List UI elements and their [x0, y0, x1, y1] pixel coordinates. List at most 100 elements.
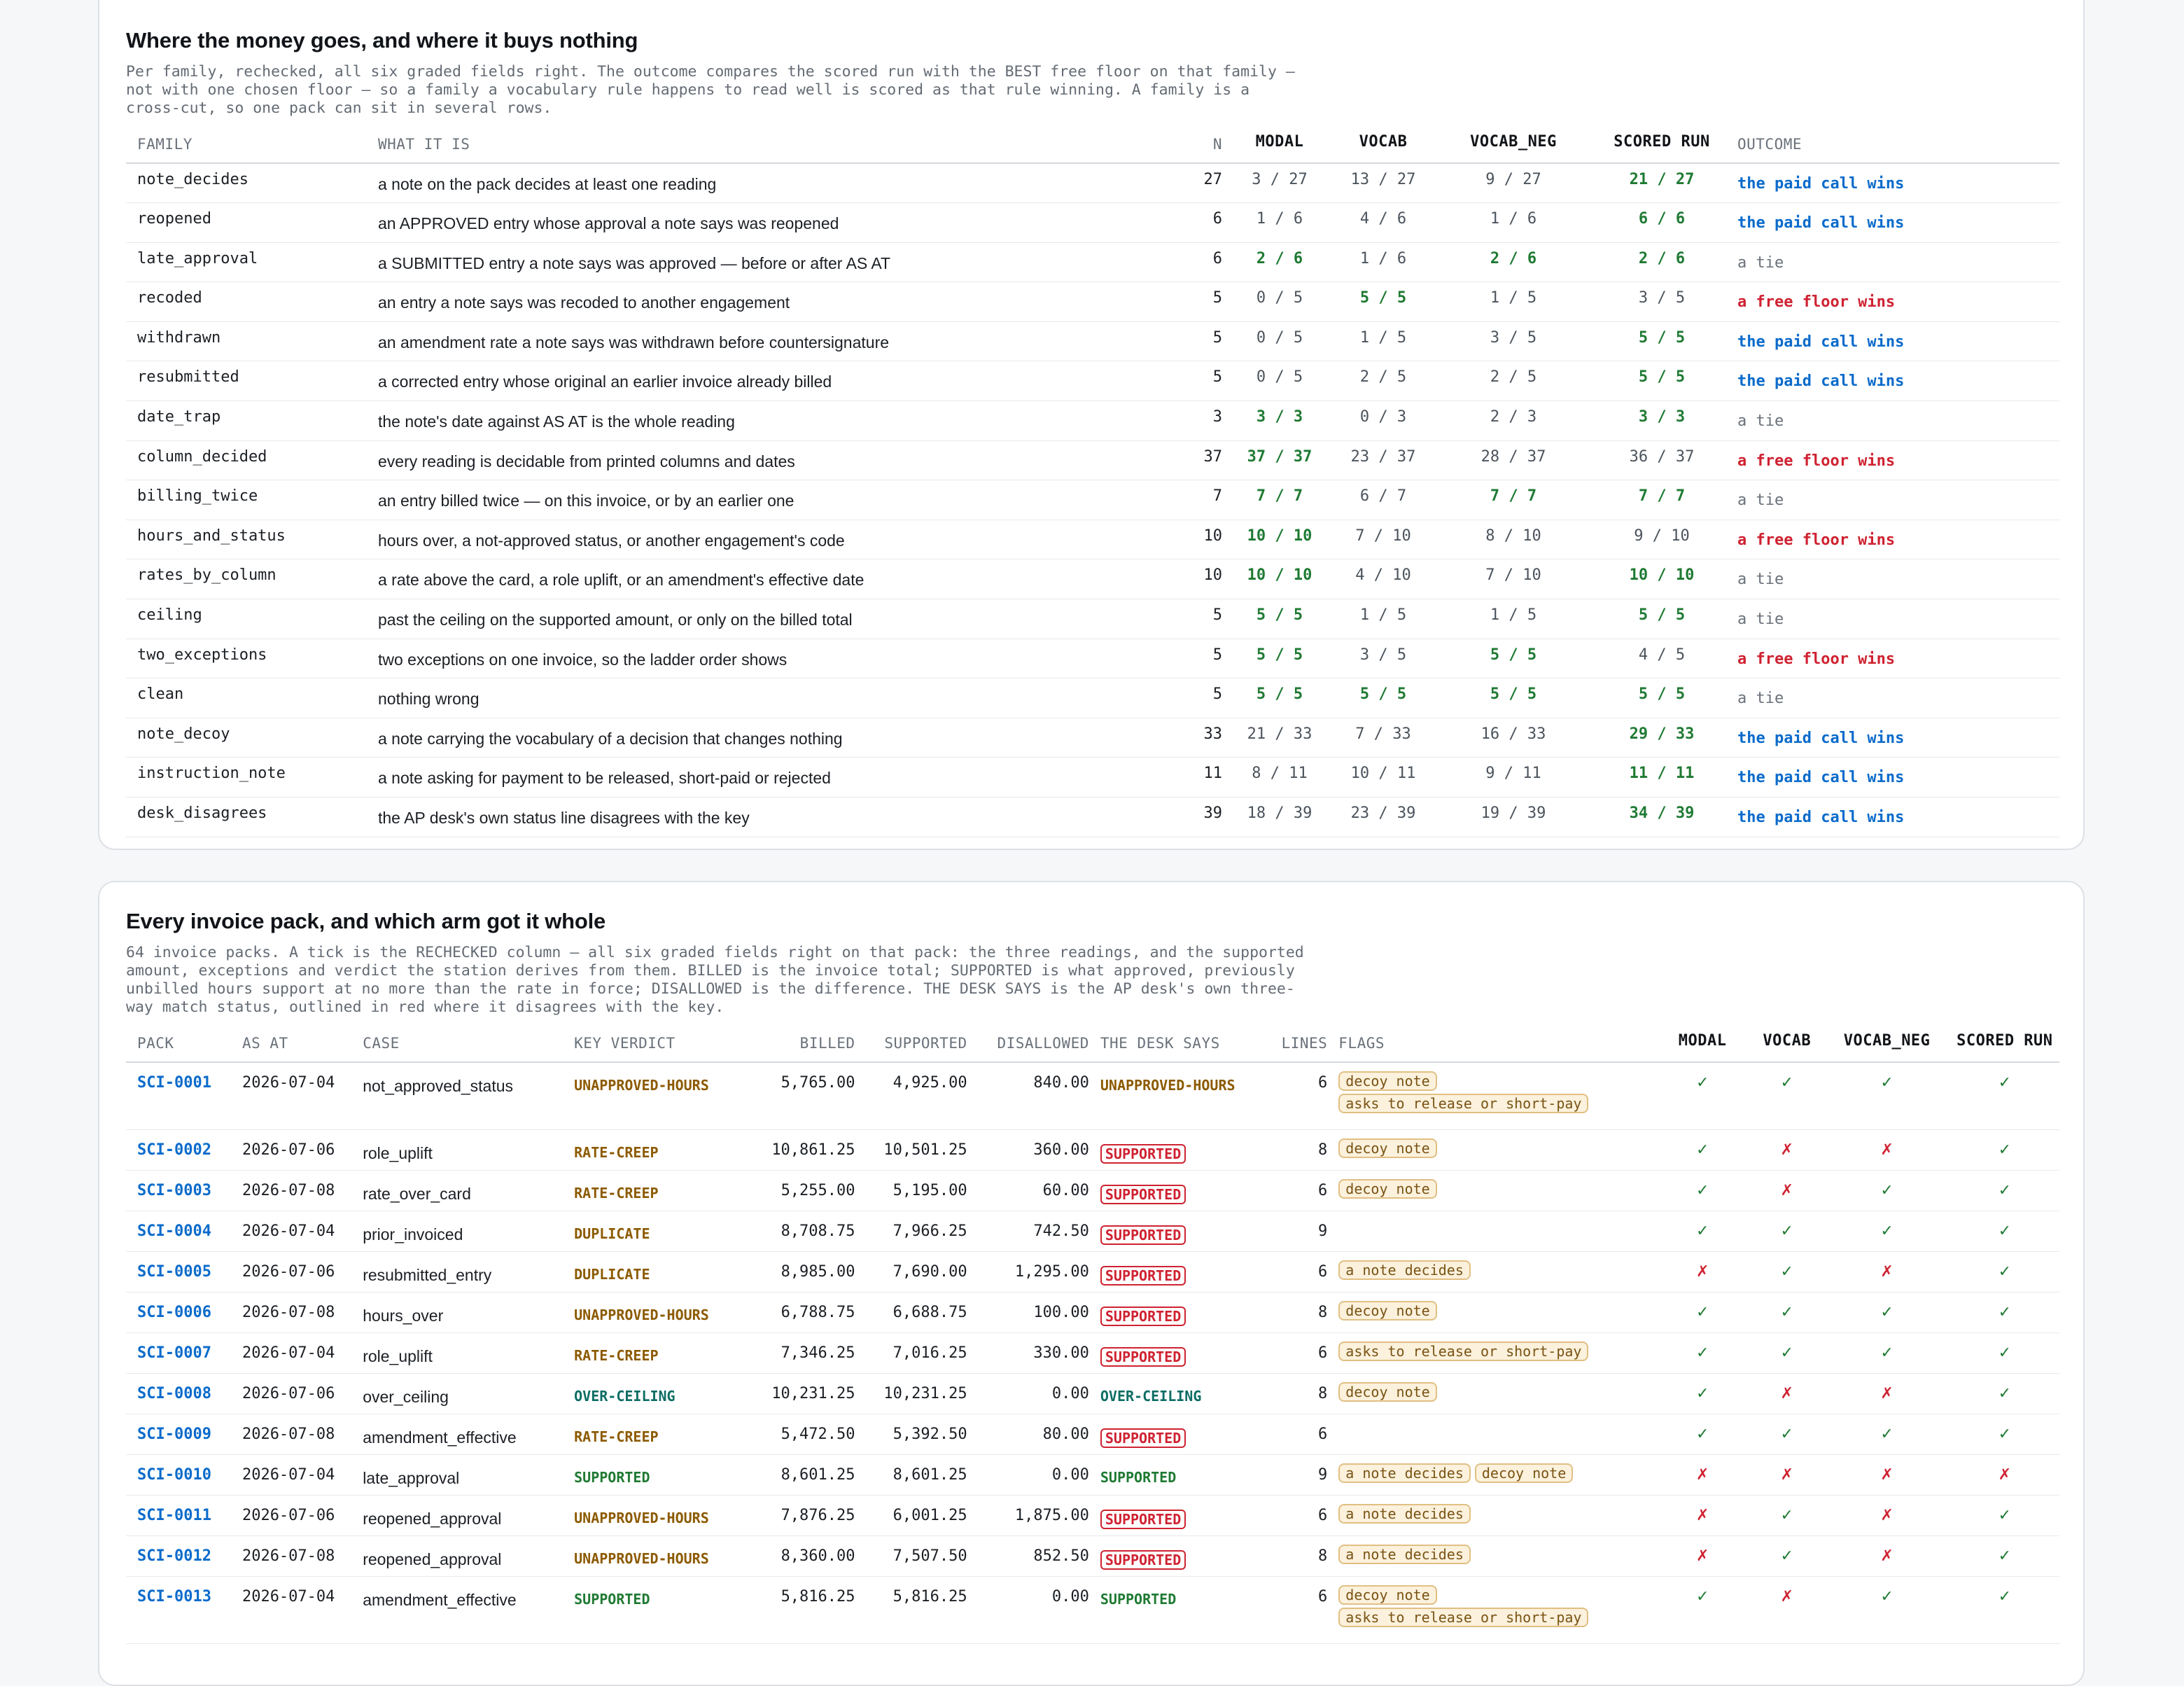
col-case[interactable]: CASE: [351, 1026, 564, 1063]
key-verdict: UNAPPROVED-HOURS: [574, 1306, 709, 1323]
vocab-mark-cell: ✓: [1739, 1211, 1824, 1251]
family-row: instruction_note a note asking for paymen…: [126, 758, 2059, 797]
vocab-neg-mark-cell: ✗: [1824, 1535, 1939, 1576]
cross-icon: ✗: [1880, 1506, 1893, 1524]
modal-score: 8 / 11: [1252, 765, 1308, 783]
pack-id-link[interactable]: SCI-0009: [137, 1426, 211, 1443]
pack-id-link[interactable]: SCI-0004: [137, 1222, 211, 1240]
modal-score: 5 / 5: [1256, 646, 1303, 664]
col-vocab-neg[interactable]: VOCAB_NEG: [1429, 127, 1586, 164]
col-outcome[interactable]: OUTCOME: [1726, 127, 2059, 164]
scored-run-score: 10 / 10: [1629, 566, 1695, 585]
col-what[interactable]: WHAT IT IS: [367, 127, 1169, 164]
col-disallowed[interactable]: DISALLOWED: [967, 1026, 1089, 1063]
flags-cell: a note decides: [1327, 1495, 1655, 1535]
flags-cell: [1327, 1414, 1655, 1454]
key-verdict: SUPPORTED: [574, 1590, 650, 1608]
pack-id-link[interactable]: SCI-0010: [137, 1466, 211, 1484]
pack-id-link[interactable]: SCI-0011: [137, 1507, 211, 1524]
scored-run-score: 34 / 39: [1629, 804, 1695, 822]
pack-id-cell: SCI-0012: [126, 1535, 231, 1576]
col-vocab-neg[interactable]: VOCAB_NEG: [1823, 1026, 1939, 1063]
check-icon: ✓: [1695, 1587, 1709, 1605]
flags-cell: decoy noteasks to release or short-pay: [1327, 1576, 1655, 1643]
check-icon: ✓: [1695, 1425, 1709, 1443]
flag-badge: decoy note: [1338, 1071, 1437, 1091]
check-icon: ✓: [1695, 1303, 1709, 1321]
pack-id-link[interactable]: SCI-0013: [137, 1588, 211, 1605]
pack-id-link[interactable]: SCI-0001: [137, 1074, 211, 1092]
modal-score: 0 / 5: [1256, 368, 1303, 386]
check-icon: ✓: [1780, 1303, 1793, 1321]
scored-run-mark-cell: ✓: [1939, 1292, 2059, 1332]
flags-cell: a note decides decoy note: [1327, 1454, 1655, 1495]
col-scored-run[interactable]: SCORED RUN: [1938, 1026, 2059, 1063]
check-icon: ✓: [1998, 1222, 2012, 1240]
modal-mark-cell: ✗: [1655, 1251, 1739, 1292]
col-n[interactable]: N: [1169, 127, 1222, 164]
billed-amount: 10,861.25: [771, 1141, 855, 1159]
pack-row: SCI-0009 2026-07-08 amendment_effective RAT…: [126, 1414, 2059, 1454]
pack-id-link[interactable]: SCI-0007: [137, 1344, 211, 1362]
cross-icon: ✗: [1880, 1465, 1893, 1484]
check-icon: ✓: [1880, 1344, 1893, 1362]
col-vocab[interactable]: VOCAB: [1326, 127, 1429, 164]
pack-id-link[interactable]: SCI-0002: [137, 1141, 211, 1159]
vocab-neg-score: 9 / 11: [1485, 765, 1541, 783]
col-lines[interactable]: LINES: [1269, 1026, 1328, 1063]
scored-run-score: 5 / 5: [1638, 328, 1686, 347]
key-verdict: RATE-CREEP: [574, 1143, 659, 1161]
family-count: 3: [1212, 408, 1222, 426]
billed-amount: 8,985.00: [780, 1262, 855, 1281]
family-row: resubmitted a corrected entry whose origi…: [126, 361, 2059, 401]
modal-mark-cell: ✓: [1655, 1170, 1739, 1211]
family-count: 10: [1203, 566, 1223, 585]
flags-cell: asks to release or short-pay: [1327, 1332, 1655, 1373]
col-family[interactable]: FAMILY: [126, 127, 367, 164]
vocab-score: 4 / 10: [1355, 566, 1411, 585]
key-verdict: UNAPPROVED-HOURS: [574, 1077, 709, 1094]
col-billed[interactable]: BILLED: [743, 1026, 855, 1063]
scored-run-score: 29 / 33: [1629, 725, 1695, 743]
col-scored-run[interactable]: SCORED RUN: [1586, 127, 1726, 164]
outcome-label: a free floor wins: [1737, 293, 1896, 312]
col-key-verdict[interactable]: KEY VERDICT: [563, 1026, 743, 1063]
family-count: 5: [1212, 685, 1222, 704]
outcome-label: a tie: [1737, 492, 1784, 510]
col-vocab[interactable]: VOCAB: [1738, 1026, 1824, 1063]
check-icon: ✓: [1880, 1181, 1893, 1199]
col-asat[interactable]: AS AT: [230, 1026, 352, 1063]
billed-amount: 5,255.00: [780, 1181, 855, 1199]
col-supported[interactable]: SUPPORTED: [855, 1026, 967, 1063]
family-count: 11: [1203, 765, 1223, 783]
line-count: 8: [1318, 1141, 1328, 1159]
col-desk-says[interactable]: THE DESK SAYS: [1088, 1026, 1270, 1063]
billed-amount: 5,472.50: [780, 1425, 855, 1443]
col-modal[interactable]: MODAL: [1655, 1026, 1739, 1063]
pack-row: SCI-0001 2026-07-04 not_approved_status UNA…: [126, 1062, 2059, 1129]
disallowed-amount: 100.00: [1033, 1303, 1089, 1321]
check-icon: ✓: [1880, 1222, 1893, 1240]
pack-row: SCI-0013 2026-07-04 amendment_effective SUP…: [126, 1576, 2059, 1643]
col-flags[interactable]: FLAGS: [1327, 1026, 1656, 1063]
flags-cell: [1327, 1211, 1655, 1251]
pack-id-link[interactable]: SCI-0005: [137, 1263, 211, 1281]
scored-run-mark-cell: ✓: [1939, 1495, 2059, 1535]
pack-id-link[interactable]: SCI-0012: [137, 1547, 211, 1565]
flag-badge: decoy note: [1338, 1300, 1437, 1321]
check-icon: ✓: [1780, 1074, 1793, 1092]
pack-id-link[interactable]: SCI-0003: [137, 1182, 211, 1199]
modal-score: 10 / 10: [1247, 566, 1312, 585]
pack-id-link[interactable]: SCI-0008: [137, 1385, 211, 1402]
line-count: 6: [1318, 1262, 1328, 1281]
vocab-mark-cell: ✓: [1739, 1292, 1824, 1332]
scored-run-score: 9 / 10: [1634, 527, 1690, 545]
pack-id-link[interactable]: SCI-0006: [137, 1304, 211, 1321]
case-name: role_uplift: [363, 1143, 433, 1162]
supported-amount: 5,195.00: [892, 1181, 967, 1199]
outcome-label: a free floor wins: [1737, 531, 1896, 549]
family-name: late_approval: [137, 249, 258, 267]
line-count: 6: [1318, 1181, 1328, 1199]
col-pack[interactable]: PACK: [126, 1026, 231, 1063]
col-modal[interactable]: MODAL: [1222, 127, 1326, 164]
